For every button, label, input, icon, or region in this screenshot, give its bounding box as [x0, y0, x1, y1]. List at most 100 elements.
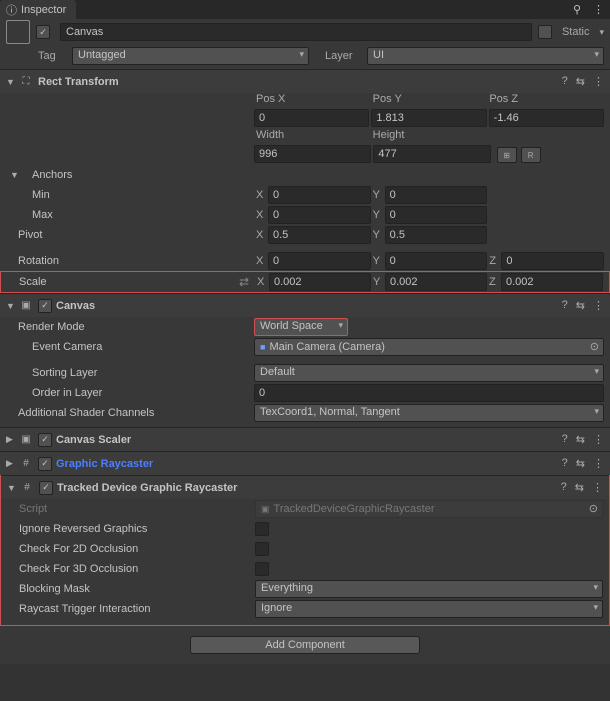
- help-icon[interactable]: ?: [562, 433, 568, 446]
- anchor-max-y-input[interactable]: [385, 206, 488, 224]
- anchors-foldout-icon[interactable]: ▼: [10, 170, 20, 180]
- tab-menu-icon[interactable]: ⋮: [593, 3, 604, 16]
- anchor-min-y-input[interactable]: [385, 186, 488, 204]
- component-menu-icon[interactable]: ⋮: [593, 75, 604, 88]
- rotation-x-input[interactable]: [268, 252, 371, 270]
- rect-transform-body: Pos X Pos Y Pos Z Width Height ⊞ R: [0, 93, 610, 293]
- canvas-header[interactable]: ▼ ▣ ✓ Canvas ? ⇆ ⋮: [0, 293, 610, 317]
- graphic-raycaster-icon: #: [18, 456, 34, 472]
- ignore-reversed-label: Ignore Reversed Graphics: [19, 523, 255, 535]
- pos-y-input[interactable]: [371, 109, 486, 127]
- tracked-raycaster-enabled-checkbox[interactable]: ✓: [39, 481, 53, 495]
- component-menu-icon[interactable]: ⋮: [592, 481, 603, 494]
- sorting-layer-label: Sorting Layer: [18, 367, 254, 379]
- height-input[interactable]: [373, 145, 490, 163]
- scale-x-input[interactable]: [269, 273, 371, 291]
- component-menu-icon[interactable]: ⋮: [593, 433, 604, 446]
- rect-transform-title: Rect Transform: [38, 76, 562, 88]
- static-checkbox[interactable]: [538, 25, 552, 39]
- active-checkbox[interactable]: ✓: [36, 25, 50, 39]
- tab-bar: ⓘ Inspector ⚲ ⋮: [0, 0, 610, 19]
- preset-icon[interactable]: ⇆: [576, 433, 585, 446]
- camera-icon: ■: [260, 342, 265, 352]
- preset-icon[interactable]: ⇆: [576, 299, 585, 312]
- pos-x-label: Pos X: [254, 93, 371, 109]
- scale-z-input[interactable]: [501, 273, 603, 291]
- ignore-reversed-checkbox[interactable]: [255, 522, 269, 536]
- anchor-max-x-input[interactable]: [268, 206, 371, 224]
- canvas-scaler-icon: ▣: [18, 432, 34, 448]
- rotation-y-input[interactable]: [385, 252, 488, 270]
- constrain-scale-icon[interactable]: ⇄: [239, 275, 249, 289]
- pos-z-label: Pos Z: [487, 93, 604, 109]
- pos-z-input[interactable]: [489, 109, 604, 127]
- anchors-label: Anchors: [22, 169, 72, 181]
- rect-transform-icon: ⛶: [18, 74, 34, 90]
- help-icon[interactable]: ?: [562, 457, 568, 470]
- game-object-icon[interactable]: [6, 20, 30, 44]
- order-in-layer-input[interactable]: [254, 384, 604, 402]
- component-menu-icon[interactable]: ⋮: [593, 299, 604, 312]
- help-icon[interactable]: ?: [561, 481, 567, 494]
- add-component-button[interactable]: Add Component: [190, 636, 420, 654]
- info-icon: ⓘ: [6, 2, 17, 18]
- layer-label: Layer: [325, 50, 361, 62]
- pos-x-input[interactable]: [254, 109, 369, 127]
- component-menu-icon[interactable]: ⋮: [593, 457, 604, 470]
- pos-y-label: Pos Y: [371, 93, 488, 109]
- canvas-icon: ▣: [18, 298, 34, 314]
- canvas-scaler-enabled-checkbox[interactable]: ✓: [38, 433, 52, 447]
- tracked-raycaster-title: Tracked Device Graphic Raycaster: [57, 482, 561, 494]
- pivot-label: Pivot: [18, 229, 254, 241]
- raw-edit-button[interactable]: R: [521, 147, 541, 163]
- static-label: Static: [562, 26, 590, 38]
- sorting-layer-dropdown[interactable]: Default: [254, 364, 604, 382]
- rotation-label: Rotation: [18, 255, 254, 267]
- render-mode-dropdown[interactable]: World Space: [254, 318, 348, 336]
- rotation-z-input[interactable]: [501, 252, 604, 270]
- event-camera-field[interactable]: ■ Main Camera (Camera): [254, 338, 604, 356]
- check-2d-checkbox[interactable]: [255, 542, 269, 556]
- tracked-raycaster-header[interactable]: ▼ # ✓ Tracked Device Graphic Raycaster ?…: [1, 475, 609, 499]
- preset-icon[interactable]: ⇆: [576, 457, 585, 470]
- raycast-trigger-dropdown[interactable]: Ignore: [255, 600, 603, 618]
- rect-transform-header[interactable]: ▼ ⛶ Rect Transform ? ⇆ ⋮: [0, 69, 610, 93]
- preset-icon[interactable]: ⇆: [576, 75, 585, 88]
- check-3d-label: Check For 3D Occlusion: [19, 563, 255, 575]
- script-ref-icon: ▣: [261, 504, 270, 515]
- canvas-scaler-header[interactable]: ▶ ▣ ✓ Canvas Scaler ? ⇆ ⋮: [0, 427, 610, 451]
- help-icon[interactable]: ?: [562, 75, 568, 88]
- shader-channels-dropdown[interactable]: TexCoord1, Normal, Tangent: [254, 404, 604, 422]
- render-mode-label: Render Mode: [18, 321, 254, 333]
- canvas-enabled-checkbox[interactable]: ✓: [38, 299, 52, 313]
- anchor-min-label: Min: [18, 189, 254, 201]
- layer-dropdown[interactable]: UI: [367, 47, 604, 65]
- width-input[interactable]: [254, 145, 371, 163]
- static-dropdown-arrow[interactable]: ▾: [599, 27, 604, 38]
- pivot-y-input[interactable]: [385, 226, 488, 244]
- lock-icon[interactable]: ⚲: [573, 3, 581, 16]
- scale-y-input[interactable]: [385, 273, 487, 291]
- inspector-tab[interactable]: ⓘ Inspector: [0, 0, 76, 20]
- foldout-icon: ▼: [6, 301, 16, 311]
- blueprint-mode-button[interactable]: ⊞: [497, 147, 517, 163]
- raycast-trigger-label: Raycast Trigger Interaction: [19, 603, 255, 615]
- object-header: ✓ Static ▾: [0, 19, 610, 45]
- tag-dropdown[interactable]: Untagged: [72, 47, 309, 65]
- canvas-title: Canvas: [56, 300, 562, 312]
- graphic-raycaster-title: Graphic Raycaster: [56, 458, 562, 470]
- blocking-mask-label: Blocking Mask: [19, 583, 255, 595]
- scale-label: Scale ⇄: [19, 275, 255, 289]
- graphic-raycaster-enabled-checkbox[interactable]: ✓: [38, 457, 52, 471]
- tag-label: Tag: [38, 50, 66, 62]
- check-3d-checkbox[interactable]: [255, 562, 269, 576]
- preset-icon[interactable]: ⇆: [575, 481, 584, 494]
- pivot-x-input[interactable]: [268, 226, 371, 244]
- help-icon[interactable]: ?: [562, 299, 568, 312]
- foldout-icon: ▼: [7, 483, 17, 493]
- object-name-input[interactable]: [60, 23, 532, 41]
- blocking-mask-dropdown[interactable]: Everything: [255, 580, 603, 598]
- graphic-raycaster-header[interactable]: ▶ # ✓ Graphic Raycaster ? ⇆ ⋮: [0, 451, 610, 475]
- order-in-layer-label: Order in Layer: [18, 387, 254, 399]
- anchor-min-x-input[interactable]: [268, 186, 371, 204]
